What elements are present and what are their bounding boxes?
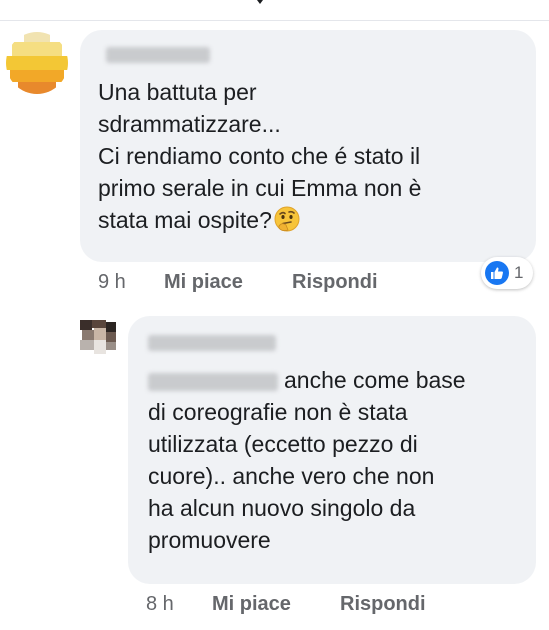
comment-timestamp[interactable]: 9 h [98,271,126,294]
like-reaction-icon [485,261,509,285]
comment-text: Una battuta per sdrammatizzare... Ci ren… [98,76,518,236]
reply-button[interactable]: Rispondi [292,271,378,294]
thinking-face-emoji-icon [274,206,300,232]
chevron-down-icon [257,0,263,4]
reply-reply-button[interactable]: Rispondi [340,593,426,616]
avatar[interactable] [6,32,68,94]
comment-actions: 9 h Mi piace Rispondi [0,271,549,297]
reply-text: anche come base di coreografie non è sta… [148,367,466,553]
feed-divider [0,20,549,21]
reply-timestamp[interactable]: 8 h [146,593,174,616]
reply-like-button[interactable]: Mi piace [212,593,291,616]
reply-avatar[interactable] [78,318,118,358]
comment-body: Una battuta per sdrammatizzare... Ci ren… [98,79,422,233]
reply-actions: 8 h Mi piace Rispondi [0,593,549,619]
reaction-badge[interactable]: 1 [481,257,533,289]
author-name-redacted[interactable] [106,47,210,63]
reply-author-name-redacted[interactable] [148,335,276,351]
like-button[interactable]: Mi piace [164,271,243,294]
reaction-count: 1 [514,263,524,282]
